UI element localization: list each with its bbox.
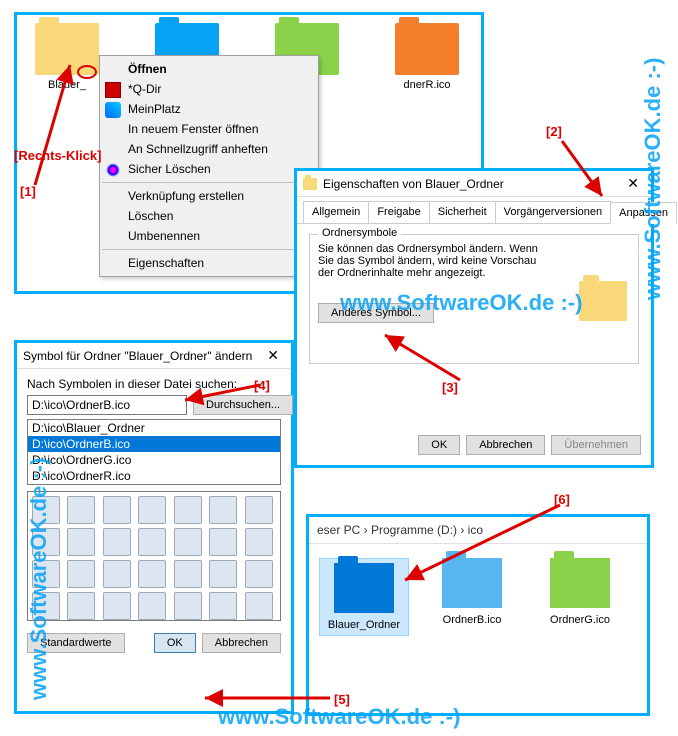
annotation-2: [2] bbox=[546, 124, 562, 139]
explorer-panel-result: eser PC › Programme (D:) › ico Blauer_Or… bbox=[306, 514, 650, 716]
dialog-title: Eigenschaften von Blauer_Ordner bbox=[323, 177, 504, 191]
list-item[interactable]: D:\ico\OrdnerB.ico bbox=[28, 436, 280, 452]
folder-row: Blauer_Ordner OrdnerB.ico OrdnerG.ico bbox=[309, 544, 647, 650]
separator bbox=[102, 182, 316, 183]
annotation-6: [6] bbox=[554, 492, 570, 507]
ctx-open[interactable]: Öffnen bbox=[100, 59, 318, 79]
title-bar: Symbol für Ordner "Blauer_Ordner" ändern… bbox=[17, 343, 291, 369]
annotation-1: [1] bbox=[20, 184, 36, 199]
close-button[interactable]: ✕ bbox=[261, 347, 285, 364]
folder-label: OrdnerB.ico bbox=[443, 614, 502, 626]
icon-option[interactable] bbox=[67, 592, 95, 620]
qdir-icon bbox=[105, 82, 121, 98]
folder-label: Blauer_Ordner bbox=[328, 619, 400, 631]
ctx-properties[interactable]: Eigenschaften bbox=[100, 253, 318, 273]
context-menu: Öffnen *Q-Dir MeinPlatz In neuem Fenster… bbox=[99, 55, 319, 277]
right-click-marker bbox=[77, 65, 97, 79]
dialog-title: Symbol für Ordner "Blauer_Ordner" ändern bbox=[23, 349, 252, 363]
folder-thumb[interactable]: OrdnerG.ico bbox=[535, 558, 625, 636]
list-item[interactable]: D:\ico\OrdnerR.ico bbox=[28, 468, 280, 484]
watermark: www.SoftwareOK.de :-) bbox=[640, 58, 666, 300]
ctx-new-window[interactable]: In neuem Fenster öffnen bbox=[100, 119, 318, 139]
icon-grid[interactable] bbox=[27, 491, 281, 621]
folder-icon bbox=[550, 558, 610, 608]
folder-icon bbox=[303, 178, 317, 190]
search-label: Nach Symbolen in dieser Datei suchen: bbox=[27, 377, 281, 391]
icon-option[interactable] bbox=[67, 496, 95, 524]
annotation-3: [3] bbox=[442, 380, 458, 395]
icon-option[interactable] bbox=[209, 560, 237, 588]
ok-button[interactable]: OK bbox=[418, 435, 460, 455]
ctx-meinplatz[interactable]: MeinPlatz bbox=[100, 99, 318, 119]
tab-vorgaenger[interactable]: Vorgängerversionen bbox=[495, 201, 611, 223]
icon-option[interactable] bbox=[174, 592, 202, 620]
ctx-pin[interactable]: An Schnellzugriff anheften bbox=[100, 139, 318, 159]
cancel-button[interactable]: Abbrechen bbox=[202, 633, 281, 653]
folder-icon bbox=[334, 563, 394, 613]
icon-option[interactable] bbox=[245, 560, 273, 588]
icon-option[interactable] bbox=[67, 528, 95, 556]
title-bar: Eigenschaften von Blauer_Ordner ✕ bbox=[297, 171, 651, 197]
icon-option[interactable] bbox=[138, 528, 166, 556]
icon-option[interactable] bbox=[103, 528, 131, 556]
folder-thumb[interactable]: Blauer_ bbox=[27, 23, 107, 91]
properties-dialog: Eigenschaften von Blauer_Ordner ✕ Allgem… bbox=[294, 168, 654, 468]
tab-allgemein[interactable]: Allgemein bbox=[303, 201, 369, 223]
dialog-buttons: OK Abbrechen Übernehmen bbox=[418, 435, 641, 455]
browse-button[interactable]: Durchsuchen... bbox=[193, 395, 293, 415]
meinplatz-icon bbox=[105, 102, 121, 118]
icon-option[interactable] bbox=[138, 496, 166, 524]
ctx-shortcut[interactable]: Verknüpfung erstellen bbox=[100, 186, 318, 206]
list-item[interactable]: D:\ico\OrdnerG.ico bbox=[28, 452, 280, 468]
watermark: www.SoftwareOK.de :-) bbox=[26, 458, 52, 700]
folder-preview-icon bbox=[579, 281, 627, 321]
icon-option[interactable] bbox=[103, 496, 131, 524]
group-legend: Ordnersymbole bbox=[318, 227, 401, 239]
icon-option[interactable] bbox=[138, 592, 166, 620]
folder-label: dnerR.ico bbox=[403, 79, 450, 91]
icon-source-dropdown[interactable]: D:\ico\Blauer_Ordner D:\ico\OrdnerB.ico … bbox=[27, 419, 281, 485]
icon-option[interactable] bbox=[138, 560, 166, 588]
icon-option[interactable] bbox=[103, 592, 131, 620]
icon-option[interactable] bbox=[209, 592, 237, 620]
list-item[interactable]: D:\ico\Blauer_Ordner bbox=[28, 420, 280, 436]
icon-option[interactable] bbox=[174, 496, 202, 524]
secure-delete-icon bbox=[105, 162, 121, 178]
breadcrumb[interactable]: eser PC › Programme (D:) › ico bbox=[309, 517, 647, 544]
icon-option[interactable] bbox=[209, 496, 237, 524]
folder-thumb[interactable]: dnerR.ico bbox=[387, 23, 467, 91]
icon-option[interactable] bbox=[67, 560, 95, 588]
folder-icon bbox=[395, 23, 459, 75]
annotation-rechts-klick: [Rechts-Klick] bbox=[14, 148, 101, 163]
icon-option[interactable] bbox=[209, 528, 237, 556]
icon-option[interactable] bbox=[245, 496, 273, 524]
folder-label: OrdnerG.ico bbox=[550, 614, 610, 626]
ctx-rename[interactable]: Umbenennen bbox=[100, 226, 318, 246]
icon-option[interactable] bbox=[245, 592, 273, 620]
tab-strip: Allgemein Freigabe Sicherheit Vorgängerv… bbox=[297, 197, 651, 224]
separator bbox=[102, 249, 316, 250]
folder-thumb[interactable]: Blauer_Ordner bbox=[319, 558, 409, 636]
ctx-delete[interactable]: Löschen bbox=[100, 206, 318, 226]
tab-freigabe[interactable]: Freigabe bbox=[368, 201, 429, 223]
ok-button[interactable]: OK bbox=[154, 633, 196, 653]
folder-thumb[interactable]: OrdnerB.ico bbox=[427, 558, 517, 636]
icon-option[interactable] bbox=[174, 560, 202, 588]
tab-sicherheit[interactable]: Sicherheit bbox=[429, 201, 496, 223]
watermark: www.SoftwareOK.de :-) bbox=[218, 704, 460, 730]
watermark: www.SoftwareOK.de :-) bbox=[340, 290, 582, 316]
icon-option[interactable] bbox=[174, 528, 202, 556]
apply-button[interactable]: Übernehmen bbox=[551, 435, 641, 455]
cancel-button[interactable]: Abbrechen bbox=[466, 435, 545, 455]
folder-label: Blauer_ bbox=[48, 79, 86, 91]
icon-option[interactable] bbox=[103, 560, 131, 588]
group-text: Sie können das Ordnersymbol ändern. Wenn… bbox=[318, 243, 548, 279]
change-icon-dialog: Symbol für Ordner "Blauer_Ordner" ändern… bbox=[14, 340, 294, 714]
ctx-secure-delete[interactable]: Sicher Löschen bbox=[100, 159, 318, 179]
icon-path-input[interactable] bbox=[27, 395, 187, 415]
folder-icon bbox=[442, 558, 502, 608]
ctx-qdir[interactable]: *Q-Dir bbox=[100, 79, 318, 99]
icon-option[interactable] bbox=[245, 528, 273, 556]
annotation-4: [4] bbox=[254, 378, 270, 393]
